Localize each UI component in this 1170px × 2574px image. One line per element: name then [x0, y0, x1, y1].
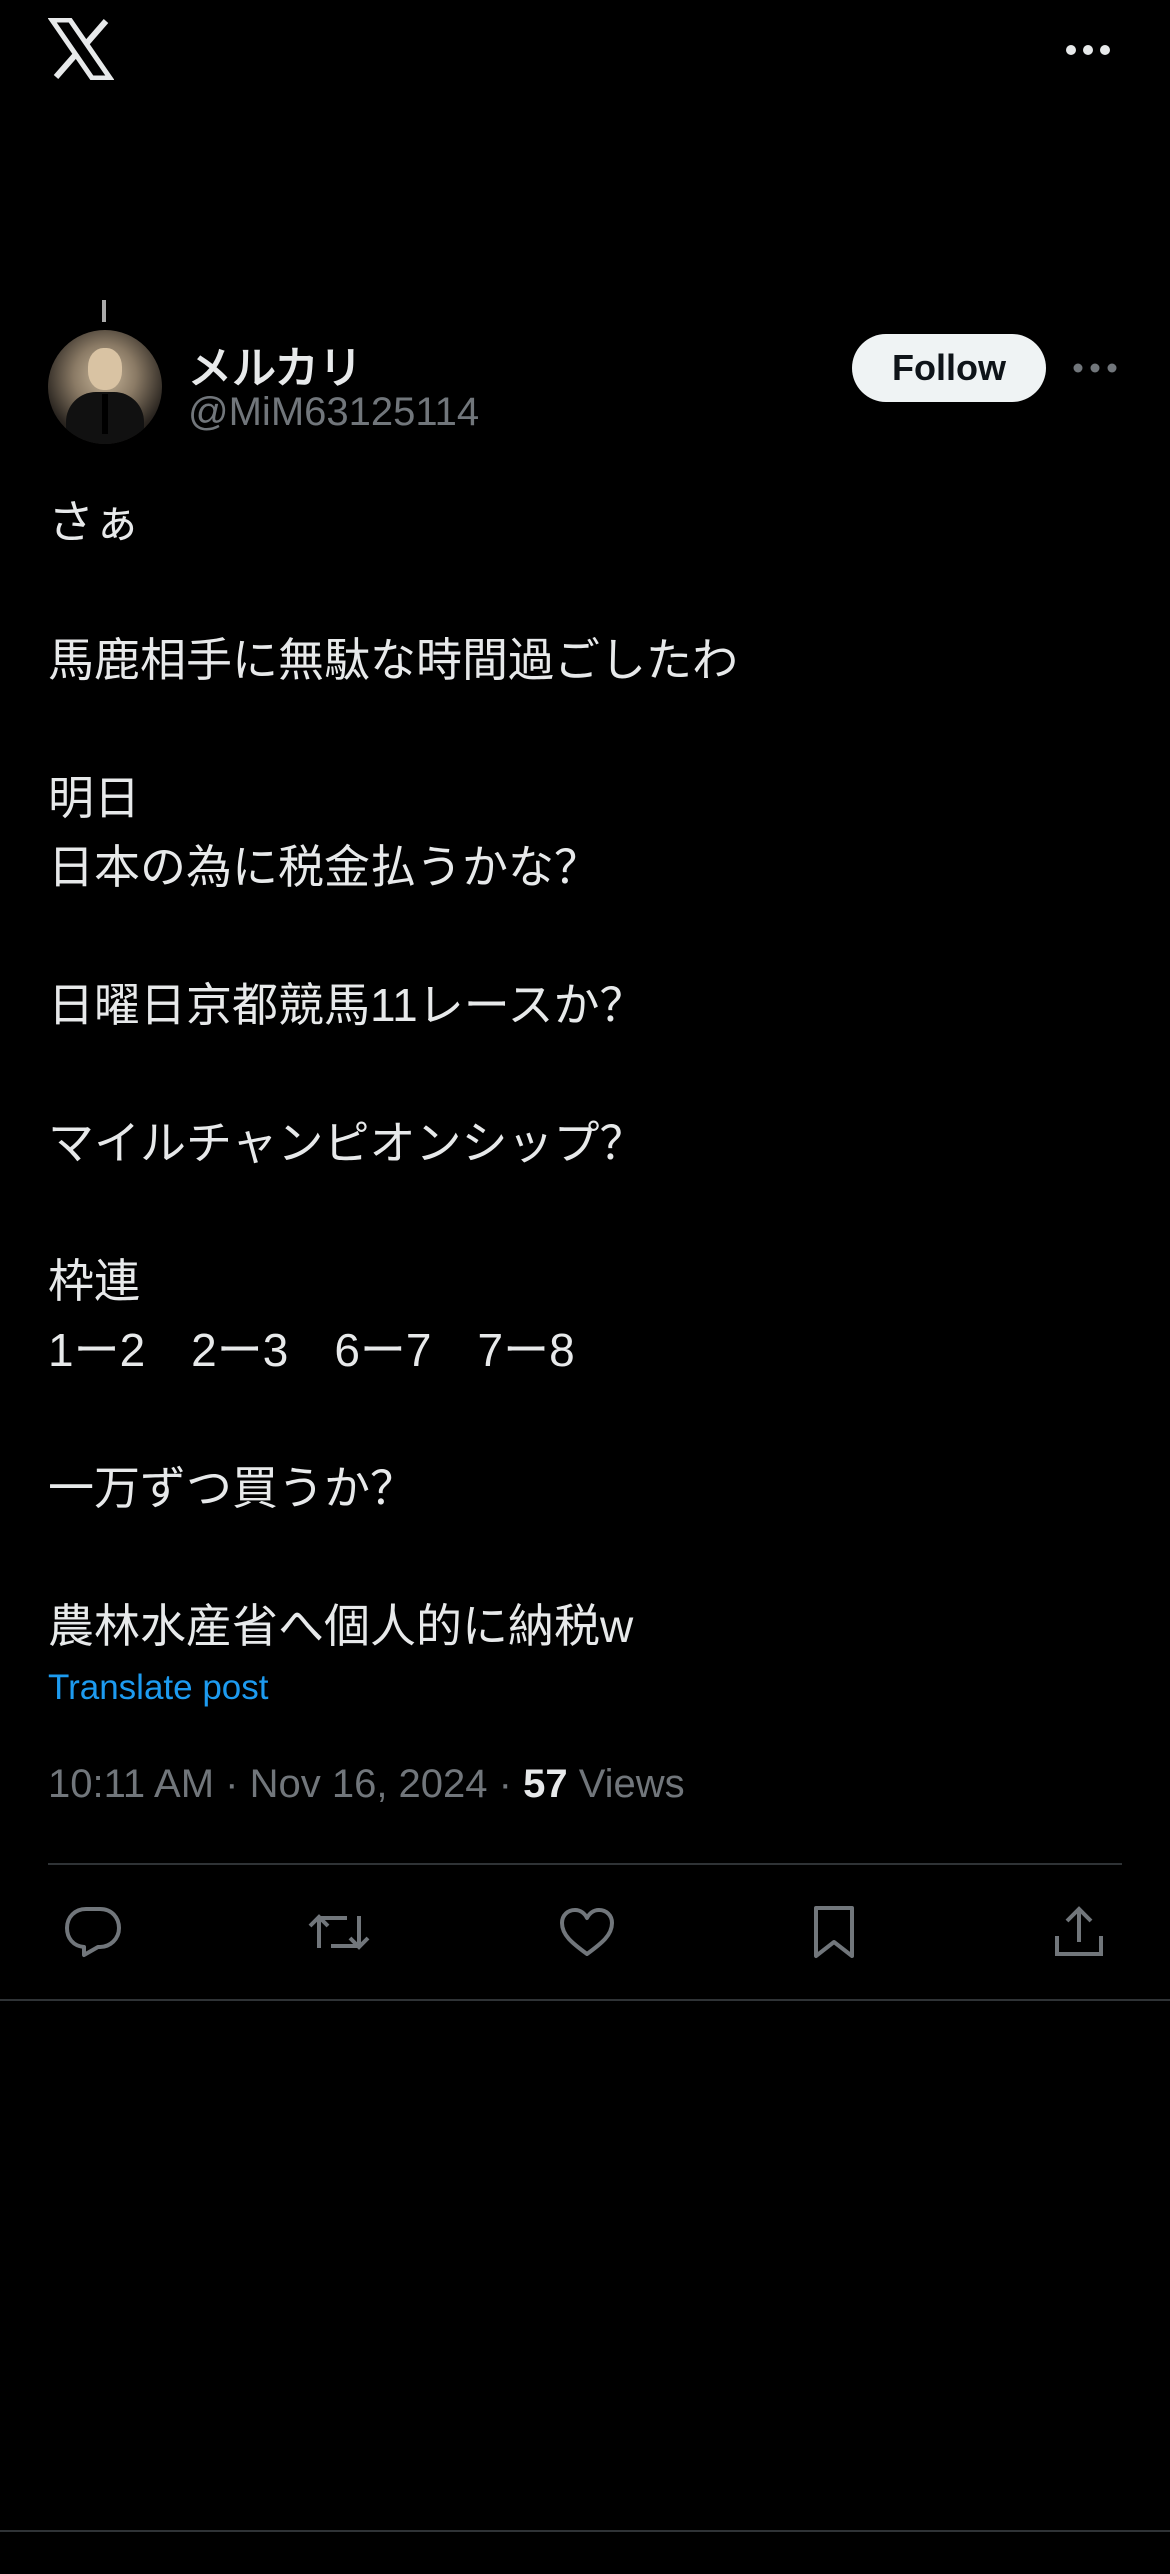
post-more-icon[interactable]	[1068, 346, 1122, 390]
meta-separator: ·	[214, 1762, 250, 1806]
like-icon[interactable]	[542, 1898, 632, 1966]
reply-icon[interactable]	[48, 1898, 138, 1966]
post-line: 1ー2 2ー3 6ー7 7ー8	[48, 1324, 575, 1376]
divider	[48, 1863, 1122, 1865]
divider	[0, 1999, 1170, 2001]
translate-post-link[interactable]: Translate post	[48, 1668, 268, 1708]
post-time[interactable]: 10:11 AM	[48, 1762, 214, 1806]
author-name[interactable]: メルカリ	[188, 332, 363, 396]
repost-icon[interactable]	[294, 1898, 384, 1966]
author-header: メルカリ @MiM63125114 Follow	[48, 300, 1122, 450]
top-bar	[0, 0, 1170, 100]
bookmark-icon[interactable]	[789, 1898, 879, 1966]
share-icon[interactable]	[1034, 1898, 1124, 1966]
post-date[interactable]: Nov 16, 2024	[250, 1762, 488, 1806]
views-count: 57	[523, 1762, 568, 1806]
views-label: Views	[567, 1762, 685, 1806]
post-line: 枠連	[48, 1255, 140, 1307]
post-line: 日曜日京都競馬11レースか？	[48, 979, 646, 1031]
avatar[interactable]	[48, 330, 162, 444]
post-line: 明日	[48, 772, 140, 824]
post-line: さぁ	[48, 496, 140, 548]
post-line: 農林水産省へ個人的に納税w	[48, 1600, 634, 1652]
post-meta: 10:11 AM · Nov 16, 2024 · 57 Views	[48, 1762, 685, 1807]
post-line: マイルチャンピオンシップ？	[48, 1117, 646, 1169]
post-line: 日本の為に税金払うかな？	[48, 841, 600, 893]
author-handle[interactable]: @MiM63125114	[188, 390, 479, 435]
meta-separator: ·	[487, 1762, 524, 1806]
post-text: さぁ 馬鹿相手に無駄な時間過ごしたわ 明日 日本の為に税金払うかな？ 日曜日京都…	[48, 488, 1122, 1661]
more-options-icon[interactable]	[1060, 30, 1116, 70]
avatar-decoration	[102, 300, 106, 322]
post-line: 馬鹿相手に無駄な時間過ごしたわ	[48, 634, 738, 686]
action-bar	[48, 1898, 1122, 1966]
follow-button[interactable]: Follow	[852, 334, 1046, 402]
divider	[0, 2530, 1170, 2532]
x-logo-icon[interactable]	[47, 17, 115, 81]
post-line: 一万ずつ買うか？	[48, 1462, 416, 1514]
